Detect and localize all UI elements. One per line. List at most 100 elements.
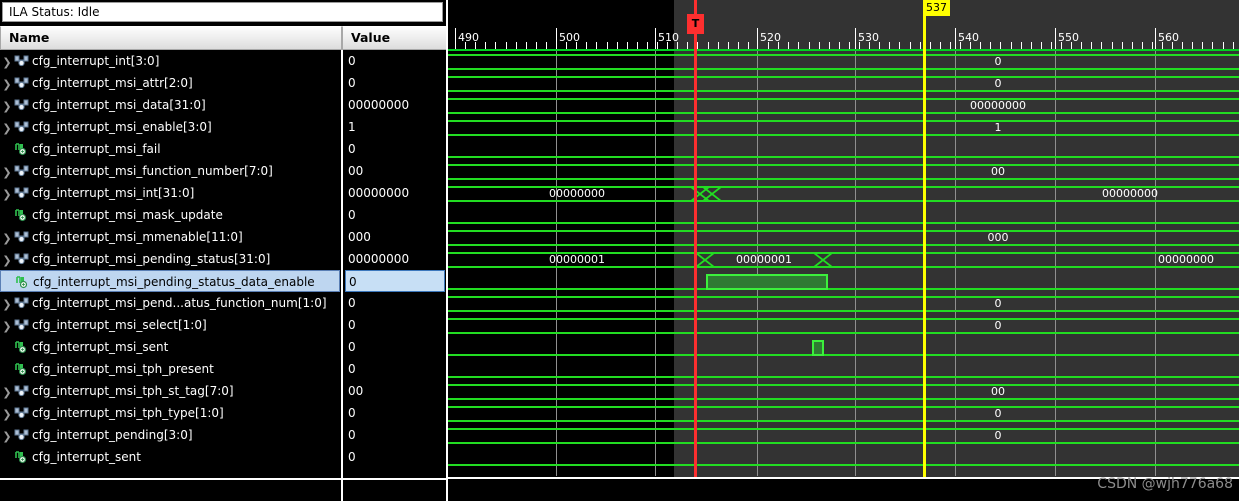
trigger-cursor-line[interactable] xyxy=(694,0,697,501)
column-header-name[interactable]: Name xyxy=(0,26,342,50)
signal-name-cell[interactable]: ❯ cfg_interrupt_msi_mask_update xyxy=(0,204,340,226)
signal-value-cell[interactable]: 0 xyxy=(345,138,445,160)
signal-row[interactable]: ❯ cfg_interrupt_sent 0 xyxy=(0,446,448,468)
signal-name-cell[interactable]: ❯ cfg_interrupt_msi_select[1:0] xyxy=(0,314,340,336)
waveform-row[interactable]: 00 xyxy=(448,381,1239,403)
chevron-right-icon[interactable]: ❯ xyxy=(0,382,14,402)
signal-value-cell[interactable]: 1 xyxy=(345,116,445,138)
signal-value-cell[interactable]: 00 xyxy=(345,160,445,182)
waveform-row[interactable]: 00000000 xyxy=(448,95,1239,117)
column-header-value[interactable]: Value xyxy=(342,26,448,50)
name-value-column-divider[interactable] xyxy=(341,50,343,480)
waveform-value-label: 00000000 xyxy=(549,187,605,200)
signal-row[interactable]: ❯ cfg_interrupt_msi_pending_status_data_e… xyxy=(0,270,448,292)
signal-row[interactable]: ❯ cfg_interrupt_msi_select[1:0] 0 xyxy=(0,314,448,336)
signal-value-cell[interactable]: 00000000 xyxy=(345,94,445,116)
waveform-row[interactable] xyxy=(448,359,1239,381)
waveform-row[interactable]: 1 xyxy=(448,117,1239,139)
signal-name-cell[interactable]: ❯ cfg_interrupt_msi_attr[2:0] xyxy=(0,72,340,94)
chevron-right-icon[interactable]: ❯ xyxy=(0,426,14,446)
signal-name-cell[interactable]: ❯ cfg_interrupt_pending[3:0] xyxy=(0,424,340,446)
signal-value-cell[interactable]: 0 xyxy=(345,292,445,314)
waveform-row[interactable]: 00 xyxy=(448,161,1239,183)
bus-signal-icon xyxy=(14,97,29,111)
signal-row[interactable]: ❯ cfg_interrupt_msi_enable[3:0] 1 xyxy=(0,116,448,138)
signal-value-cell[interactable]: 0 xyxy=(345,72,445,94)
chevron-right-icon[interactable]: ❯ xyxy=(0,250,14,270)
chevron-right-icon[interactable]: ❯ xyxy=(0,118,14,138)
waveform-row[interactable] xyxy=(448,271,1239,293)
signal-value-cell[interactable]: 00000000 xyxy=(345,182,445,204)
signal-value-cell[interactable]: 0 xyxy=(345,424,445,446)
signal-row[interactable]: ❯ cfg_interrupt_msi_data[31:0] 00000000 xyxy=(0,94,448,116)
waveform-row[interactable] xyxy=(448,139,1239,161)
waveform-row[interactable] xyxy=(448,447,1239,469)
signal-value-cell[interactable]: 0 xyxy=(345,314,445,336)
waveform-row[interactable]: 0 xyxy=(448,425,1239,447)
signal-value-cell[interactable]: 00000000 xyxy=(345,248,445,270)
waveform-row[interactable] xyxy=(448,337,1239,359)
signal-value-cell[interactable]: 0 xyxy=(345,358,445,380)
signal-name-cell[interactable]: ❯ cfg_interrupt_msi_tph_st_tag[7:0] xyxy=(0,380,340,402)
waveform-panel[interactable]: 490 500 510 520 530 540 550 560 0 0 00000000 1 00 00… xyxy=(448,0,1239,501)
waveform-row[interactable] xyxy=(448,205,1239,227)
signal-row[interactable]: ❯ cfg_interrupt_int[3:0] 0 xyxy=(0,50,448,72)
signal-row[interactable]: ❯ cfg_interrupt_msi_sent 0 xyxy=(0,336,448,358)
signal-row[interactable]: ❯ cfg_interrupt_pending[3:0] 0 xyxy=(0,424,448,446)
signal-name-cell[interactable]: ❯ cfg_interrupt_msi_enable[3:0] xyxy=(0,116,340,138)
chevron-right-icon[interactable]: ❯ xyxy=(0,184,14,204)
signal-value-cell[interactable]: 0 xyxy=(345,446,445,468)
chevron-right-icon[interactable]: ❯ xyxy=(0,96,14,116)
signal-row[interactable]: ❯ cfg_interrupt_msi_tph_present 0 xyxy=(0,358,448,380)
signal-value-cell[interactable]: 0 xyxy=(345,204,445,226)
waveform-row[interactable]: 0 xyxy=(448,293,1239,315)
waveform-row[interactable]: 000 xyxy=(448,227,1239,249)
signal-value-cell[interactable]: 0 xyxy=(345,50,445,72)
signal-value-cell[interactable]: 00 xyxy=(345,380,445,402)
signal-name-cell[interactable]: ❯ cfg_interrupt_msi_sent xyxy=(0,336,340,358)
signal-name-cell[interactable]: ❯ cfg_interrupt_msi_fail xyxy=(0,138,340,160)
signal-name-cell[interactable]: ❯ cfg_interrupt_msi_tph_present xyxy=(0,358,340,380)
signal-row[interactable]: ❯ cfg_interrupt_msi_pend...atus_function_… xyxy=(0,292,448,314)
signal-name-cell[interactable]: ❯ cfg_interrupt_msi_pending_status[31:0] xyxy=(0,248,340,270)
waveform-row[interactable]: 0 xyxy=(448,315,1239,337)
chevron-right-icon[interactable]: ❯ xyxy=(0,74,14,94)
signal-row[interactable]: ❯ cfg_interrupt_msi_attr[2:0] 0 xyxy=(0,72,448,94)
time-ruler[interactable]: 490 500 510 520 530 540 550 560 xyxy=(448,0,1239,50)
waveform-row[interactable]: 00000001 00000001 00000000 xyxy=(448,249,1239,271)
trigger-cursor-flag[interactable]: T xyxy=(687,14,704,34)
waveform-row[interactable]: 0 xyxy=(448,403,1239,425)
signal-name-cell[interactable]: ❯ cfg_interrupt_int[3:0] xyxy=(0,50,340,72)
signal-name-cell[interactable]: ❯ cfg_interrupt_msi_tph_type[1:0] xyxy=(0,402,340,424)
waveform-row[interactable]: 0 xyxy=(448,51,1239,73)
signal-name-cell[interactable]: ❯ cfg_interrupt_msi_mmenable[11:0] xyxy=(0,226,340,248)
signal-value-cell[interactable]: 000 xyxy=(345,226,445,248)
signal-value-cell[interactable]: 0 xyxy=(345,270,445,292)
signal-row[interactable]: ❯ cfg_interrupt_msi_mask_update 0 xyxy=(0,204,448,226)
signal-row[interactable]: ❯ cfg_interrupt_msi_tph_type[1:0] 0 xyxy=(0,402,448,424)
signal-name-cell[interactable]: ❯ cfg_interrupt_msi_data[31:0] xyxy=(0,94,340,116)
signal-value-cell[interactable]: 0 xyxy=(345,402,445,424)
signal-value-cell[interactable]: 0 xyxy=(345,336,445,358)
chevron-right-icon[interactable]: ❯ xyxy=(0,404,14,424)
marker-cursor-line[interactable] xyxy=(923,0,926,501)
signal-row[interactable]: ❯ cfg_interrupt_msi_mmenable[11:0] 000 xyxy=(0,226,448,248)
signal-row[interactable]: ❯ cfg_interrupt_msi_fail 0 xyxy=(0,138,448,160)
signal-name-cell[interactable]: ❯ cfg_interrupt_msi_pend...atus_function_… xyxy=(0,292,340,314)
waveform-row[interactable]: 0 xyxy=(448,73,1239,95)
waveform-row[interactable]: 00000000 00000000 xyxy=(448,183,1239,205)
chevron-right-icon[interactable]: ❯ xyxy=(0,294,14,314)
marker-cursor-flag[interactable]: 537 xyxy=(923,0,950,16)
chevron-right-icon[interactable]: ❯ xyxy=(0,162,14,182)
signal-row[interactable]: ❯ cfg_interrupt_msi_pending_status[31:0] 0… xyxy=(0,248,448,270)
signal-name-cell[interactable]: ❯ cfg_interrupt_msi_pending_status_data_e… xyxy=(0,270,340,292)
signal-name-cell[interactable]: ❯ cfg_interrupt_msi_int[31:0] xyxy=(0,182,340,204)
signal-name-cell[interactable]: ❯ cfg_interrupt_msi_function_number[7:0] xyxy=(0,160,340,182)
signal-row[interactable]: ❯ cfg_interrupt_msi_function_number[7:0] 0… xyxy=(0,160,448,182)
chevron-right-icon[interactable]: ❯ xyxy=(0,316,14,336)
chevron-right-icon[interactable]: ❯ xyxy=(0,52,14,72)
signal-row[interactable]: ❯ cfg_interrupt_msi_tph_st_tag[7:0] 00 xyxy=(0,380,448,402)
signal-name-cell[interactable]: ❯ cfg_interrupt_sent xyxy=(0,446,340,468)
chevron-right-icon[interactable]: ❯ xyxy=(0,228,14,248)
signal-row[interactable]: ❯ cfg_interrupt_msi_int[31:0] 00000000 xyxy=(0,182,448,204)
